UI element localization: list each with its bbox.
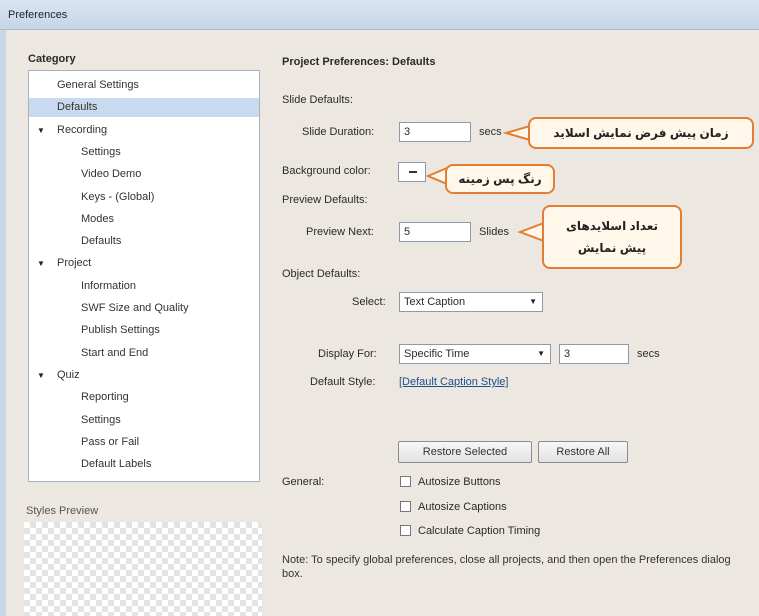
preview-next-callout: تعداد اسلایدهای پیش نمایش (542, 205, 682, 269)
callout-pointers (425, 124, 545, 243)
preview-callout-line-2: پیش نمایش (577, 241, 647, 255)
preview-callout-line-1: تعداد اسلایدهای (565, 219, 659, 233)
background-color-callout: رنگ پس زمینه (445, 164, 555, 194)
slide-duration-callout: زمان پیش فرض نمایش اسلاید (528, 117, 754, 149)
preferences-window: Preferences Category General Settings Def… (0, 0, 759, 616)
